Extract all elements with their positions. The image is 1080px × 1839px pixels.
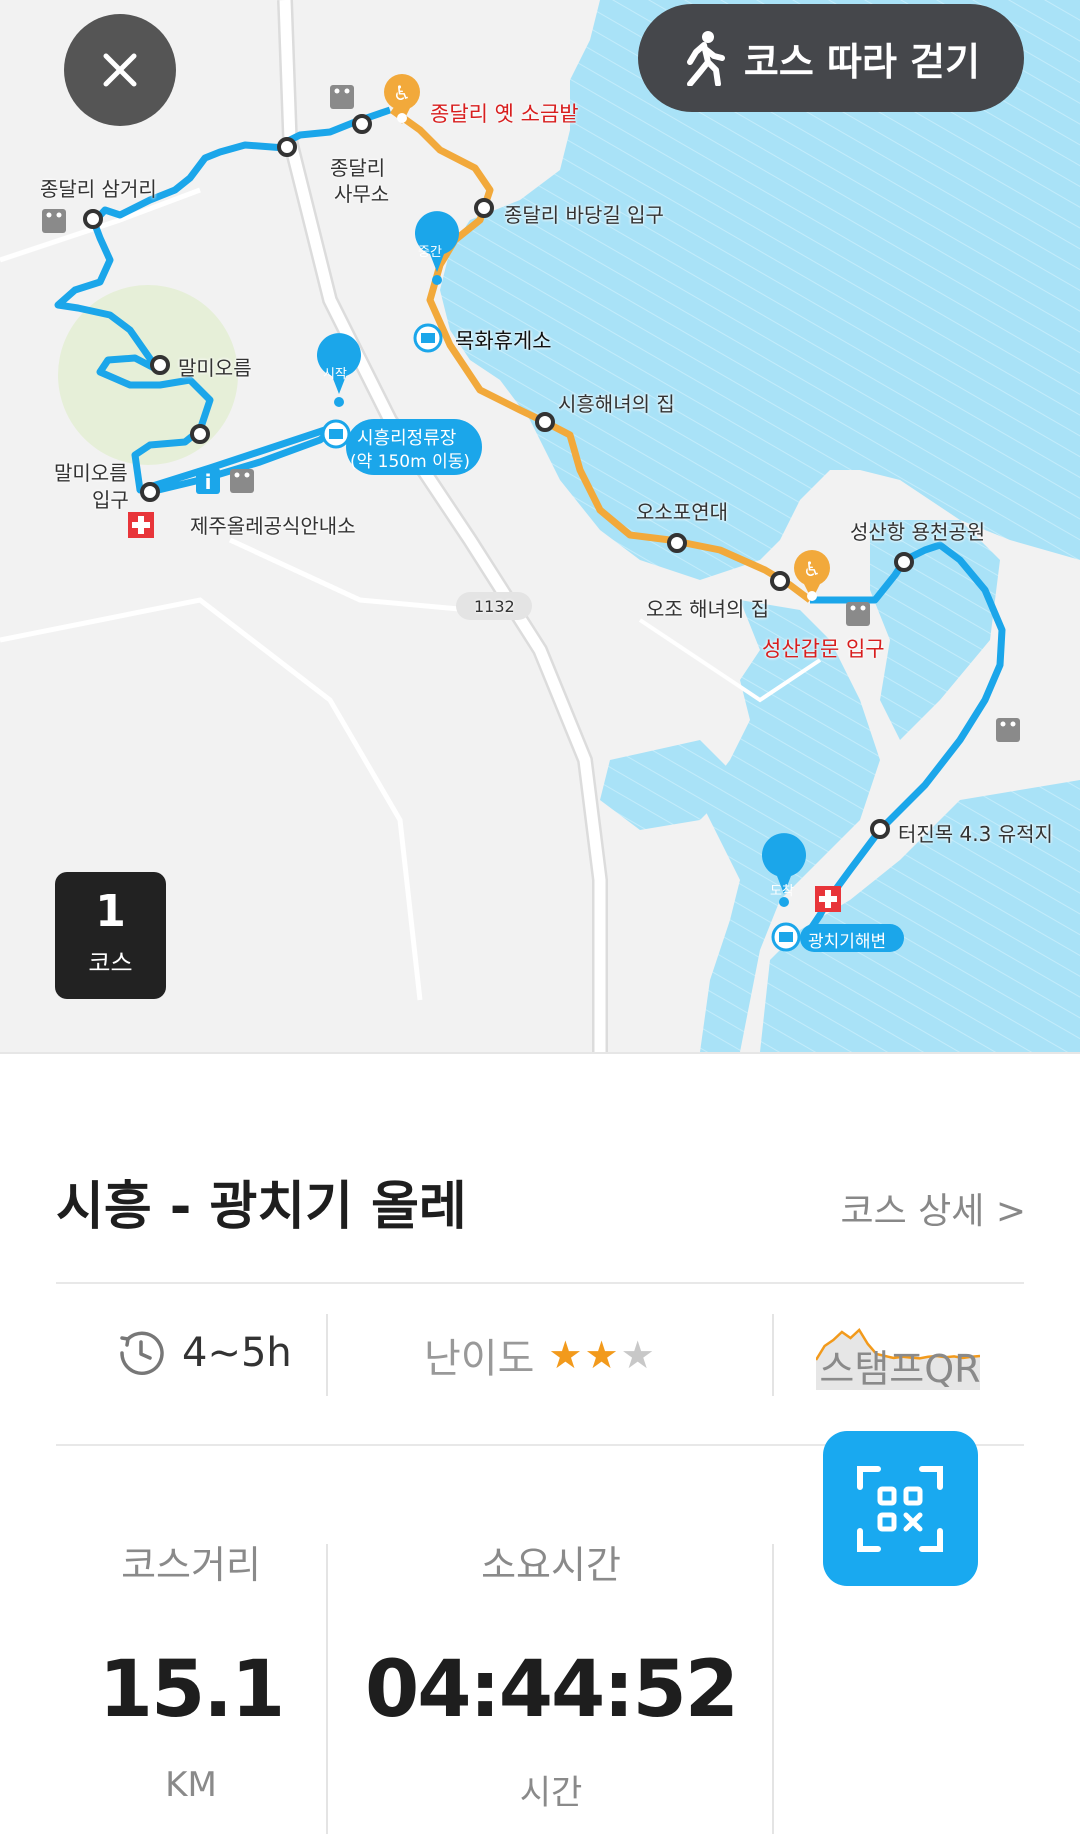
difficulty: 난이도 ★★★ — [424, 1326, 657, 1384]
course-title: 시흥 - 광치기 올레 — [56, 1177, 467, 1237]
label-end-pin: 도착 — [770, 884, 794, 899]
label-gwangchigi-beach: 광치기해변 — [808, 932, 887, 952]
divider-top — [56, 1282, 1024, 1284]
svg-text:♿: ♿ — [393, 81, 411, 105]
star-empty-icon: ★ — [620, 1333, 655, 1377]
close-icon — [103, 53, 137, 87]
svg-text:♿: ♿ — [803, 557, 821, 581]
course-number-badge: 1 코스 — [55, 872, 166, 999]
course-map[interactable]: i ♿ ♿ 종달리 옛 소금밭 종달리 사무소 종달리 삼거리 종달리 바당길 … — [0, 0, 1080, 1052]
distance-value: 15.1 — [98, 1645, 285, 1735]
label-siheung-haenyeo: 시흥해녀의 집 — [558, 392, 675, 416]
label-seongsan-park: 성산항 용천공원 — [850, 520, 986, 544]
stamp-qr-label: 스탬프QR — [819, 1347, 981, 1391]
star-filled-icon: ★ — [584, 1333, 619, 1377]
label-road-number: 1132 — [474, 597, 515, 616]
duration-stat: 소요시간 04:44:52 시간 — [356, 1534, 746, 1814]
label-malmi-entrance-2: 입구 — [92, 488, 129, 512]
stamp-qr-button[interactable] — [822, 1431, 978, 1586]
separator — [326, 1544, 328, 1834]
stamp-qr: 스탬프QR — [796, 1338, 1004, 1586]
label-info-center: 제주올레공식안내소 — [190, 514, 356, 538]
qr-scan-icon — [857, 1465, 943, 1552]
duration-unit: 시간 — [519, 1773, 583, 1813]
course-label: 코스 — [88, 949, 133, 977]
course-info-panel: 시흥 - 광치기 올레 코스 상세 > 4~5h 난이도 ★★★ 코스거리 15… — [0, 1052, 1080, 1839]
difficulty-label: 난이도 — [424, 1336, 535, 1382]
estimated-time-value: 4~5h — [182, 1330, 292, 1376]
duration-label: 소요시간 — [481, 1543, 621, 1587]
label-teojinmok: 터진목 4.3 유적지 — [898, 822, 1053, 846]
label-osopo: 오소포연대 — [636, 500, 728, 524]
label-malmi-oreum: 말미오름 — [178, 356, 252, 380]
label-jongdal-office-1: 종달리 — [330, 156, 386, 180]
label-siheung-stop-2: (약 150m 이동) — [350, 452, 470, 472]
label-mokhwa-rest: 목화휴게소 — [455, 329, 552, 353]
star-filled-icon: ★ — [548, 1333, 583, 1377]
estimated-time: 4~5h — [112, 1324, 292, 1382]
separator — [326, 1314, 328, 1396]
label-jongdal-seaside: 종달리 바당길 입구 — [504, 203, 664, 227]
label-middle-pin: 중간 — [418, 245, 442, 260]
course-number: 1 — [95, 886, 126, 937]
separator — [772, 1314, 774, 1396]
follow-course-button[interactable]: 코스 따라 걷기 — [638, 4, 1024, 112]
course-detail-link[interactable]: 코스 상세 > — [840, 1182, 1026, 1234]
label-seongsan-gate: 성산갑문 입구 — [762, 637, 885, 661]
label-start-pin: 시작 — [323, 367, 347, 382]
close-button[interactable] — [64, 14, 176, 126]
clock-icon — [120, 1331, 164, 1375]
distance-unit: KM — [165, 1765, 217, 1805]
follow-course-label: 코스 따라 걷기 — [743, 39, 981, 84]
svg-text:i: i — [205, 470, 212, 494]
label-jongdal-office-2: 사무소 — [334, 182, 390, 206]
distance-stat: 코스거리 15.1 KM — [76, 1534, 306, 1805]
walking-person-icon — [686, 31, 725, 86]
label-jongdal-junction: 종달리 삼거리 — [40, 177, 157, 201]
label-ojo-haenyeo: 오조 해녀의 집 — [646, 597, 770, 621]
distance-label: 코스거리 — [121, 1543, 261, 1587]
separator — [772, 1544, 774, 1834]
duration-value: 04:44:52 — [364, 1645, 739, 1735]
label-malmi-entrance-1: 말미오름 — [54, 461, 128, 485]
label-jongdal-saltfield: 종달리 옛 소금밭 — [430, 102, 579, 126]
side-road-2 — [228, 537, 471, 613]
difficulty-stars: ★★★ — [548, 1333, 656, 1377]
